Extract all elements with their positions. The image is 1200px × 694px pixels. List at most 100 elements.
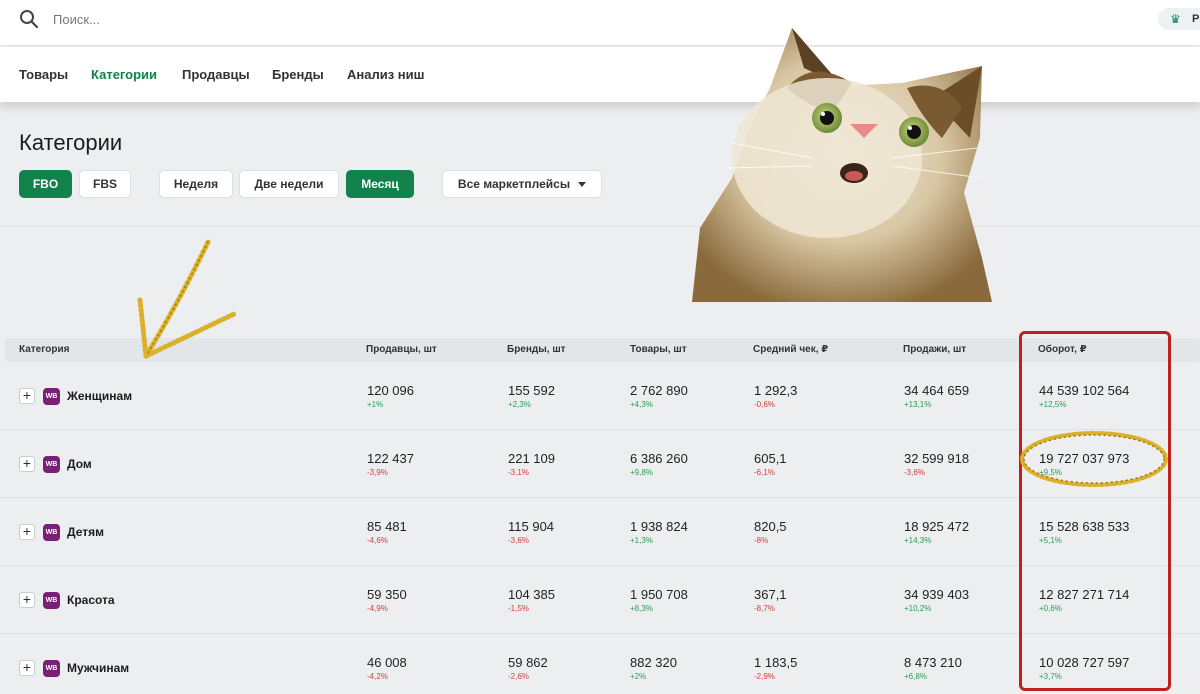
cell-avg-check: 820,5 -8% <box>754 519 787 546</box>
cell-sellers: 46 008 -4,2% <box>367 655 407 682</box>
category-name[interactable]: Женщинам <box>67 389 132 403</box>
fbo-button[interactable]: FBO <box>19 170 72 198</box>
header-sellers[interactable]: Продавцы, шт <box>366 344 437 356</box>
sales-value: 34 939 403 <box>904 587 970 602</box>
marketplace-select[interactable]: Все маркетплейсы <box>442 170 602 198</box>
cell-brands: 59 862 -2,6% <box>508 655 548 682</box>
cell-avg-check: 367,1 -8,7% <box>754 587 787 614</box>
search-input[interactable] <box>53 10 453 28</box>
brands-change: -1,5% <box>508 604 529 613</box>
plus-icon[interactable]: + <box>19 659 35 676</box>
turnover-value: 12 827 271 714 <box>1039 587 1130 602</box>
header-sales[interactable]: Продажи, шт <box>903 344 966 356</box>
turnover-value: 44 539 102 564 <box>1039 383 1130 398</box>
nav-item-categories[interactable]: Категории <box>91 67 157 83</box>
surprised-cat-sticker <box>692 28 992 302</box>
plus-icon[interactable]: + <box>19 591 35 608</box>
wb-logo-icon: WB <box>43 523 60 541</box>
sales-value: 18 925 472 <box>904 519 970 534</box>
header-goods[interactable]: Товары, шт <box>630 344 687 356</box>
sellers-value: 46 008 <box>367 655 407 670</box>
cell-goods: 882 320 +2% <box>630 655 677 682</box>
table-header: Категория Продавцы, шт Бренды, шт Товары… <box>5 338 1200 362</box>
cell-turnover: 15 528 638 533 +5,1% <box>1039 519 1129 546</box>
sellers-change: -4,2% <box>367 672 388 681</box>
avg-check-change: -0,6% <box>754 400 775 409</box>
top-search-bar: ♛ P <box>0 0 1200 46</box>
turnover-value: 15 528 638 533 <box>1039 519 1130 534</box>
table-row[interactable]: + WB Красота 59 350 -4,9% 104 385 -1,5% 1 950 7… <box>0 566 1200 634</box>
sales-change: +13,1% <box>904 400 932 409</box>
wb-logo-icon: WB <box>43 387 60 405</box>
cell-brands: 115 904 -3,6% <box>508 519 554 546</box>
sellers-change: -4,9% <box>367 604 388 613</box>
avg-check-change: -6,1% <box>754 468 775 477</box>
plus-icon[interactable]: + <box>19 387 35 404</box>
category-name[interactable]: Детям <box>67 525 104 539</box>
cell-sellers: 85 481 -4,6% <box>367 519 407 546</box>
sales-change: +6,8% <box>904 672 927 681</box>
cell-sales: 34 464 659 +13,1% <box>904 383 969 410</box>
sales-value: 32 599 918 <box>904 451 970 466</box>
week-button[interactable]: Неделя <box>159 170 233 198</box>
category-name[interactable]: Мужчинам <box>67 661 129 675</box>
turnover-change: +9,5% <box>1039 468 1062 477</box>
category-name[interactable]: Красота <box>67 593 115 607</box>
avg-check-change: -8,7% <box>754 604 775 613</box>
sales-value: 34 464 659 <box>904 383 970 398</box>
avg-check-value: 1 292,3 <box>754 383 798 398</box>
goods-change: +8,3% <box>630 604 653 613</box>
nav-item-brands[interactable]: Бренды <box>272 67 324 83</box>
avg-check-change: -8% <box>754 536 769 545</box>
table-row[interactable]: + WB Женщинам 120 096 +1% 155 592 +2,3% 2 762 8… <box>0 362 1200 430</box>
brands-change: +2,3% <box>508 400 531 409</box>
nav-item-niche-analysis[interactable]: Анализ ниш <box>347 67 424 83</box>
header-avg-check[interactable]: Средний чек, ₽ <box>753 344 828 356</box>
cell-sales: 34 939 403 +10,2% <box>904 587 969 614</box>
cell-goods: 2 762 890 +4,3% <box>630 383 688 410</box>
search-icon[interactable] <box>19 9 39 29</box>
goods-value: 6 386 260 <box>630 451 688 466</box>
header-category[interactable]: Категория <box>19 344 69 356</box>
premium-badge[interactable]: ♛ P <box>1158 8 1200 30</box>
fbs-button[interactable]: FBS <box>79 170 131 198</box>
turnover-change: +5,1% <box>1039 536 1062 545</box>
sales-value: 8 473 210 <box>904 655 962 670</box>
two-weeks-button[interactable]: Две недели <box>239 170 339 198</box>
sellers-value: 122 437 <box>367 451 414 466</box>
header-brands[interactable]: Бренды, шт <box>507 344 566 356</box>
header-divider <box>0 226 1200 227</box>
cell-sellers: 59 350 -4,9% <box>367 587 407 614</box>
goods-value: 1 938 824 <box>630 519 688 534</box>
cell-goods: 1 950 708 +8,3% <box>630 587 688 614</box>
goods-value: 2 762 890 <box>630 383 688 398</box>
table-row[interactable]: + WB Мужчинам 46 008 -4,2% 59 862 -2,6% 882 320… <box>0 634 1200 694</box>
plus-icon[interactable]: + <box>19 523 35 540</box>
table-row[interactable]: + WB Дом 122 437 -3,9% 221 109 -3,1% 6 386 260 +… <box>0 430 1200 498</box>
main-nav: Товары Категории Продавцы Бренды Анализ … <box>0 47 1200 102</box>
plus-icon[interactable]: + <box>19 455 35 472</box>
category-name[interactable]: Дом <box>67 457 92 471</box>
cell-brands: 221 109 -3,1% <box>508 451 555 478</box>
table-row[interactable]: + WB Детям 85 481 -4,6% 115 904 -3,6% 1 938 824… <box>0 498 1200 566</box>
goods-change: +2% <box>630 672 647 681</box>
premium-label: P <box>1192 13 1200 25</box>
month-button[interactable]: Месяц <box>346 170 414 198</box>
avg-check-value: 1 183,5 <box>754 655 798 670</box>
cell-turnover: 10 028 727 597 +3,7% <box>1039 655 1129 682</box>
turnover-value: 10 028 727 597 <box>1039 655 1130 670</box>
avg-check-change: -2,9% <box>754 672 775 681</box>
crown-icon: ♛ <box>1170 12 1181 26</box>
nav-item-sellers[interactable]: Продавцы <box>182 67 250 83</box>
header-turnover[interactable]: Оборот, ₽ <box>1038 344 1087 356</box>
goods-change: +1,3% <box>630 536 653 545</box>
sellers-value: 59 350 <box>367 587 407 602</box>
sales-change: +10,2% <box>904 604 932 613</box>
cell-turnover: 12 827 271 714 +0,6% <box>1039 587 1129 614</box>
cell-goods: 1 938 824 +1,3% <box>630 519 688 546</box>
nav-item-goods[interactable]: Товары <box>19 67 68 83</box>
cell-turnover: 19 727 037 973 +9,5% <box>1039 451 1129 478</box>
cell-sellers: 122 437 -3,9% <box>367 451 414 478</box>
turnover-value: 19 727 037 973 <box>1039 451 1130 466</box>
cell-avg-check: 1 183,5 -2,9% <box>754 655 797 682</box>
